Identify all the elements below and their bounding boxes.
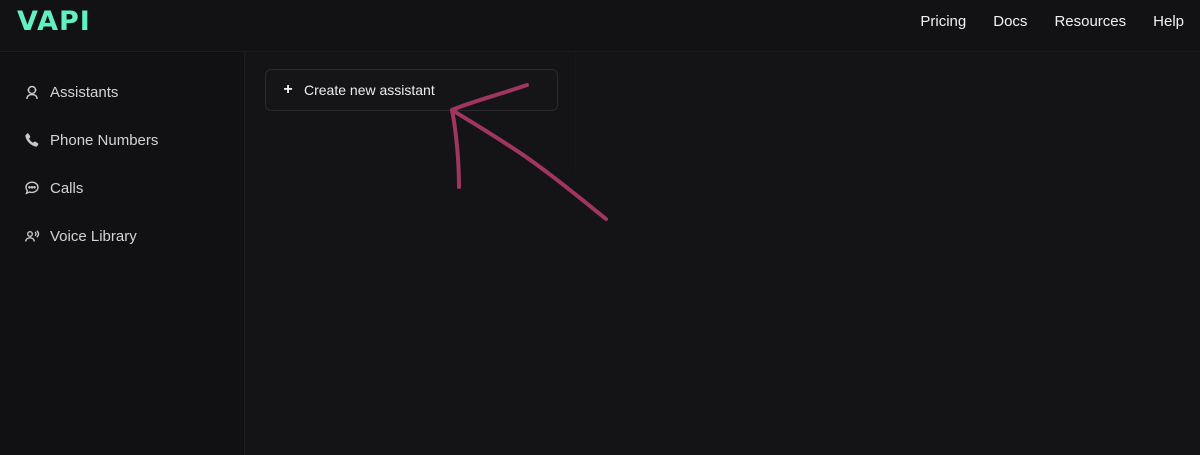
sidebar-item-label: Calls [50, 179, 84, 197]
create-new-assistant-button[interactable]: + Create new assistant [265, 69, 558, 111]
sidebar: Assistants Phone Numbers Calls Voice Lib… [0, 52, 245, 455]
voice-icon [24, 228, 40, 244]
nav-help[interactable]: Help [1153, 13, 1184, 31]
plus-icon: + [283, 81, 293, 98]
top-nav: Pricing Docs Resources Help [920, 13, 1184, 31]
vapi-logo[interactable]: VAPI [17, 6, 107, 37]
sidebar-item-label: Voice Library [50, 227, 137, 245]
sidebar-item-label: Assistants [50, 83, 119, 101]
sidebar-item-assistants[interactable]: Assistants [24, 80, 118, 104]
nav-resources[interactable]: Resources [1054, 13, 1126, 31]
phone-icon [24, 132, 40, 148]
sidebar-item-voice-library[interactable]: Voice Library [24, 224, 137, 248]
create-button-label: Create new assistant [304, 82, 435, 98]
sidebar-item-phone-numbers[interactable]: Phone Numbers [24, 128, 158, 152]
sidebar-item-calls[interactable]: Calls [24, 176, 83, 200]
column-divider [575, 52, 576, 172]
nav-docs[interactable]: Docs [993, 13, 1027, 31]
nav-pricing[interactable]: Pricing [920, 13, 966, 31]
assistant-icon [24, 84, 40, 100]
chat-bubble-icon [24, 180, 40, 196]
top-bar: VAPI Pricing Docs Resources Help [0, 0, 1200, 52]
logo-text: VAPI [17, 6, 91, 37]
sidebar-item-label: Phone Numbers [50, 131, 159, 149]
